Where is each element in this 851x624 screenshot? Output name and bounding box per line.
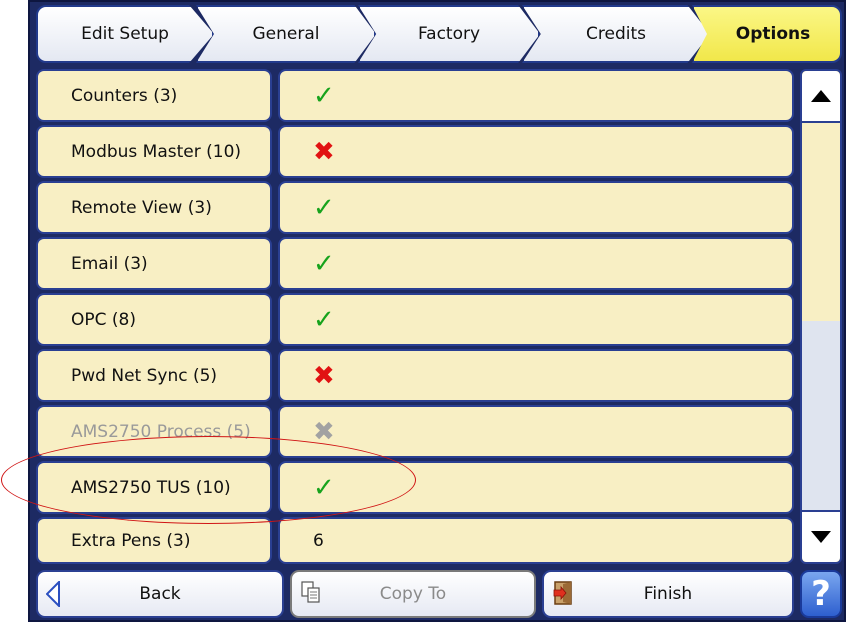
check-icon: ✓ [313,80,335,111]
tab-edit-setup[interactable]: Edit Setup [36,5,214,63]
cross-icon: ✖ [313,416,335,447]
option-label[interactable]: AMS2750 TUS (10) [36,461,272,514]
option-value[interactable]: ✓ [278,293,794,346]
tab-general[interactable]: General [196,5,376,63]
tab-factory[interactable]: Factory [358,5,540,63]
finish-button[interactable]: Finish [542,570,794,618]
tab-options[interactable]: Options [692,5,842,63]
exit-door-icon [553,581,572,605]
copy-to-button[interactable]: Copy To [290,570,536,618]
scroll-up-button[interactable] [802,71,840,123]
option-row-modbus-master: Modbus Master (10) ✖ [36,125,794,178]
scroll-down-button[interactable] [802,510,840,562]
option-row-opc: OPC (8) ✓ [36,293,794,346]
arrow-left-icon [46,581,60,607]
option-value: ✖ [278,405,794,458]
option-row-ams2750-tus: AMS2750 TUS (10) ✓ [36,461,794,514]
finish-label: Finish [643,584,693,604]
option-label[interactable]: Remote View (3) [36,181,272,234]
option-label[interactable]: Email (3) [36,237,272,290]
option-row-extra-pens: Extra Pens (3) 6 [36,517,794,564]
option-label[interactable]: Modbus Master (10) [36,125,272,178]
check-icon: ✓ [313,248,335,279]
option-value[interactable]: ✓ [278,461,794,514]
triangle-down-icon [811,531,831,543]
tab-credits[interactable]: Credits [522,5,710,63]
option-row-pwd-net-sync: Pwd Net Sync (5) ✖ [36,349,794,402]
option-row-email: Email (3) ✓ [36,237,794,290]
help-icon: ? [811,574,831,614]
option-label[interactable]: Extra Pens (3) [36,517,272,564]
triangle-up-icon [811,90,831,102]
option-row-counters: Counters (3) ✓ [36,69,794,122]
check-icon: ✓ [313,472,335,503]
copy-icon [301,581,320,603]
option-label[interactable]: OPC (8) [36,293,272,346]
option-label[interactable]: Counters (3) [36,69,272,122]
cross-icon: ✖ [313,136,335,167]
help-button[interactable]: ? [800,570,842,618]
option-value[interactable]: ✓ [278,181,794,234]
copy-to-label: Copy To [379,584,447,604]
option-row-ams2750-process: AMS2750 Process (5) ✖ [36,405,794,458]
check-icon: ✓ [313,192,335,223]
option-value[interactable]: ✓ [278,69,794,122]
back-label: Back [139,584,181,604]
option-label: AMS2750 Process (5) [36,405,272,458]
scrollbar[interactable] [800,69,842,564]
cross-icon: ✖ [313,360,335,391]
option-row-remote-view: Remote View (3) ✓ [36,181,794,234]
option-value[interactable]: ✓ [278,237,794,290]
check-icon: ✓ [313,304,335,335]
option-label[interactable]: Pwd Net Sync (5) [36,349,272,402]
scroll-track[interactable] [802,321,840,512]
option-value[interactable]: 6 [278,517,794,564]
option-value[interactable]: ✖ [278,125,794,178]
option-value[interactable]: ✖ [278,349,794,402]
back-button[interactable]: Back [36,570,284,618]
